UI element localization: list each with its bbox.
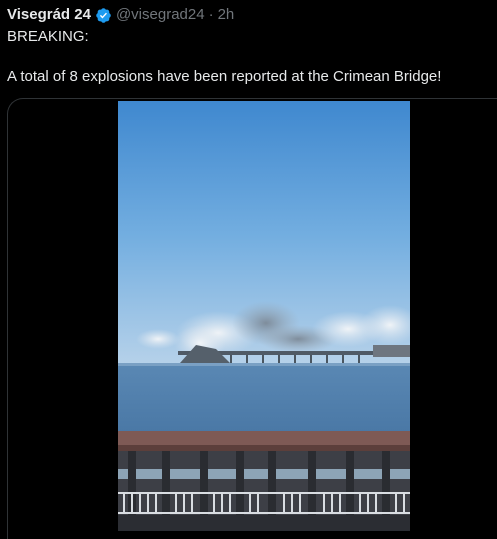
video-still-image xyxy=(118,101,410,531)
tweet-timestamp[interactable]: 2h xyxy=(218,5,235,25)
author-name[interactable]: Visegrád 24 xyxy=(7,5,91,25)
tweet-text-line-2: A total of 8 explosions have been report… xyxy=(7,68,442,85)
tweet-text: BREAKING: A total of 8 explosions have b… xyxy=(7,27,487,87)
tweet-header: Visegrád 24 @visegrad24 · 2h xyxy=(7,5,234,25)
separator-dot: · xyxy=(208,6,214,23)
tweet-text-line-1: BREAKING: xyxy=(7,28,89,45)
author-handle[interactable]: @visegrad24 xyxy=(116,5,205,25)
video-player[interactable] xyxy=(118,101,410,531)
text-spacer xyxy=(7,47,487,67)
verified-badge-icon[interactable] xyxy=(95,7,112,24)
media-card[interactable] xyxy=(7,98,497,539)
